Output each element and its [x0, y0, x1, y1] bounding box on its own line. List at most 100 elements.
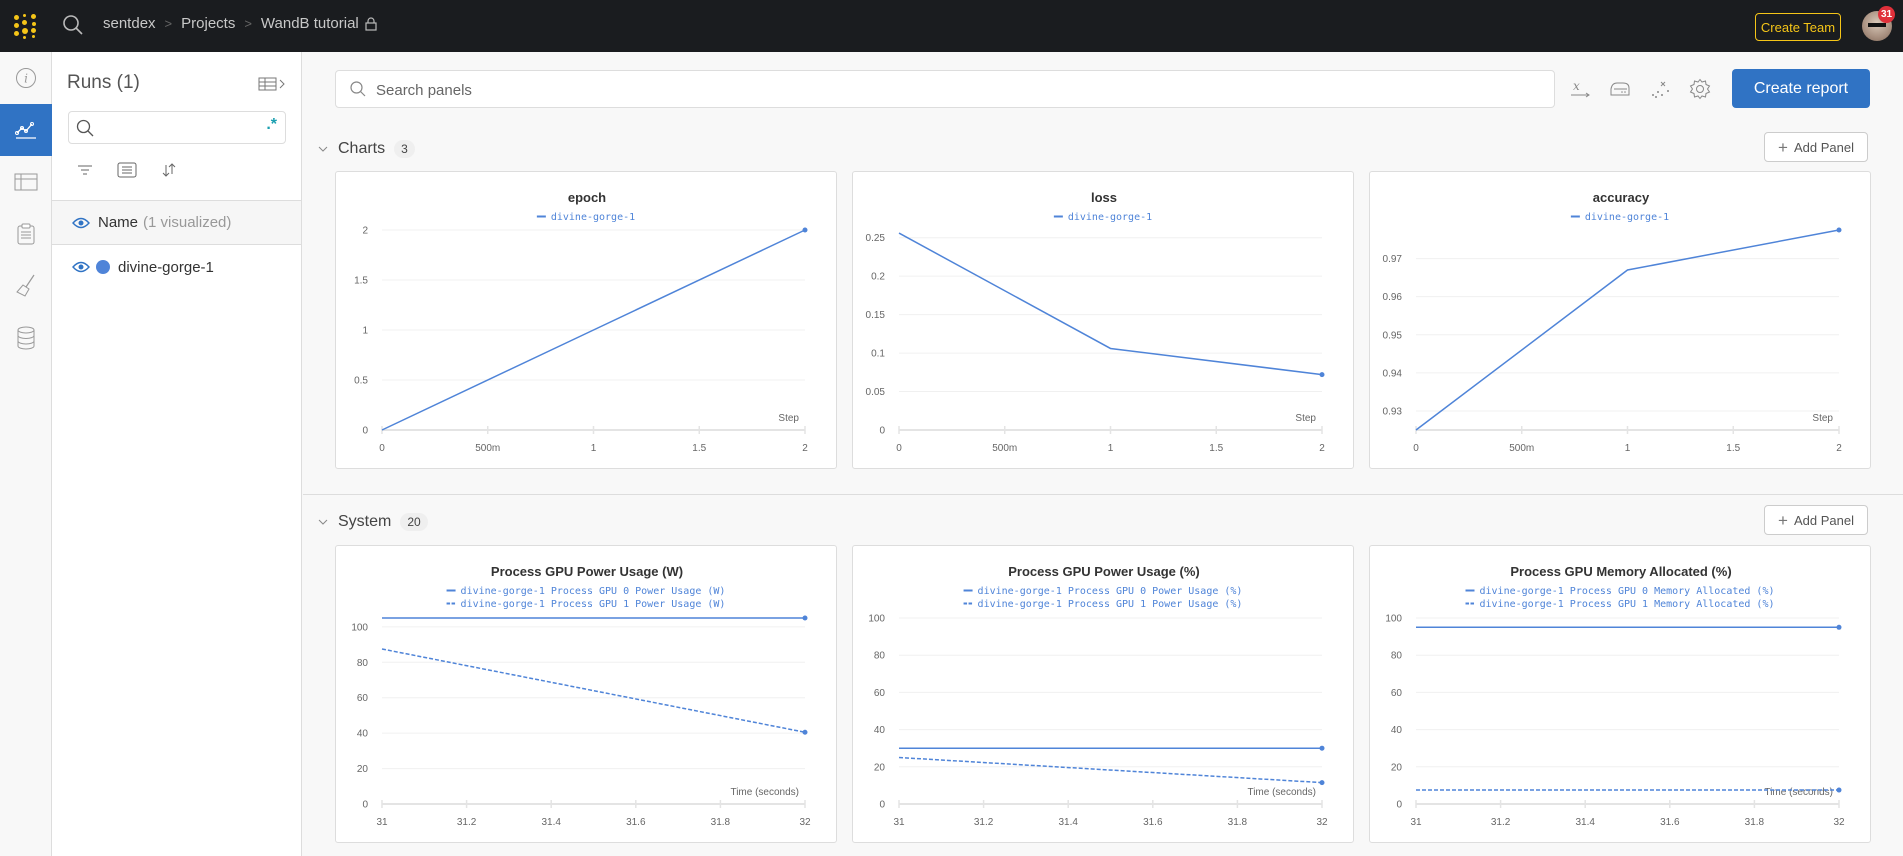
chart-title: Process GPU Power Usage (%) [1008, 564, 1199, 579]
legend-item[interactable]: divine-gorge-1 Process GPU 0 Power Usage… [446, 586, 726, 597]
data-point[interactable] [1836, 624, 1842, 630]
data-point[interactable] [1836, 227, 1842, 233]
eye-icon[interactable] [72, 261, 90, 273]
clipboard-icon [17, 223, 35, 245]
data-point[interactable] [802, 615, 808, 621]
section-divider [303, 494, 1903, 495]
create-team-button[interactable]: Create Team [1755, 13, 1841, 41]
add-panel-label: Add Panel [1793, 139, 1854, 155]
legend-item[interactable]: divine-gorge-1 [1570, 212, 1669, 223]
section-count-badge: 3 [394, 140, 415, 158]
data-point[interactable] [1319, 745, 1325, 751]
y-tick-label: 0.97 [1383, 254, 1403, 265]
chart-panel[interactable]: accuracy divine-gorge-1 0.93 0.94 0.95 0.96 0.… [1369, 171, 1871, 469]
y-tick-label: 0.96 [1383, 292, 1403, 303]
y-tick-label: 0.15 [866, 310, 886, 321]
y-tick-label: 80 [357, 658, 369, 669]
broom-icon [16, 274, 35, 297]
x-tick-label: 32 [1833, 817, 1845, 828]
rail-item-charts[interactable] [0, 104, 52, 156]
breadcrumb-separator: > [244, 16, 252, 31]
line-chart: Process GPU Power Usage (%) divine-gorge-… [868, 564, 1328, 828]
legend-item[interactable]: divine-gorge-1 Process GPU 1 Memory Allo… [1465, 599, 1775, 610]
settings-icon [1689, 78, 1711, 100]
y-tick-label: 60 [1391, 688, 1403, 699]
data-point[interactable] [1319, 780, 1325, 786]
x-tick-label: 500m [1509, 443, 1534, 454]
chart-panel[interactable]: Process GPU Power Usage (W) divine-gorge-… [335, 545, 837, 843]
section-count-badge: 20 [400, 513, 428, 531]
runs-search-input[interactable] [101, 117, 251, 139]
breadcrumb-projects[interactable]: Projects [181, 15, 235, 32]
legend-item[interactable]: divine-gorge-1 [536, 212, 635, 223]
search-icon[interactable] [62, 14, 84, 36]
eye-icon[interactable] [72, 217, 90, 229]
x-tick-label: 2 [802, 443, 808, 454]
smoothing-button[interactable] [1605, 75, 1635, 103]
legend-item[interactable]: divine-gorge-1 Process GPU 0 Memory Allo… [1465, 586, 1775, 597]
section-title: System [338, 513, 392, 530]
add-panel-button[interactable]: + Add Panel [1764, 505, 1868, 535]
chart-panel[interactable]: Process GPU Power Usage (%) divine-gorge-… [852, 545, 1354, 843]
chevron-down-icon[interactable] [317, 516, 329, 528]
legend-label: divine-gorge-1 Process GPU 0 Power Usage… [461, 586, 726, 597]
y-tick-label: 0 [879, 426, 885, 437]
legend-item[interactable]: divine-gorge-1 [1053, 212, 1152, 223]
group-button[interactable] [114, 157, 140, 183]
add-panel-button[interactable]: + Add Panel [1764, 132, 1868, 162]
data-point[interactable] [1836, 787, 1842, 793]
sort-button[interactable] [156, 157, 182, 183]
y-tick-label: 100 [868, 614, 885, 625]
x-tick-label: 31.4 [1575, 817, 1595, 828]
legend-item[interactable]: divine-gorge-1 Process GPU 1 Power Usage… [963, 599, 1243, 610]
series-line[interactable] [898, 756, 1323, 784]
series-line[interactable] [1415, 229, 1840, 431]
chart-panel[interactable]: Process GPU Memory Allocated (%) divine-g… [1369, 545, 1871, 843]
chevron-down-icon[interactable] [317, 143, 329, 155]
series-line[interactable] [381, 648, 806, 733]
y-tick-label: 1.5 [354, 276, 368, 287]
x-tick-label: 2 [1836, 443, 1842, 454]
chart-panel[interactable]: epoch divine-gorge-1 0 0.5 1 1.5 2 0 500m 1 1.5 2 St… [335, 171, 837, 469]
x-tick-label: 500m [992, 443, 1017, 454]
run-row[interactable]: divine-gorge-1 [52, 245, 301, 289]
expand-table-icon[interactable] [257, 76, 287, 92]
y-tick-label: 0.95 [1383, 330, 1403, 341]
section-header-system[interactable]: System 20 [317, 513, 428, 531]
rail-item-sweeps[interactable] [0, 260, 52, 312]
search-panels-input[interactable] [376, 79, 1476, 101]
y-tick-label: 20 [357, 764, 369, 775]
x-tick-label: 31 [893, 817, 905, 828]
data-point[interactable] [802, 227, 808, 233]
chart-title: accuracy [1593, 190, 1650, 205]
run-name[interactable]: divine-gorge-1 [118, 259, 214, 276]
settings-button[interactable] [1685, 75, 1715, 103]
wandb-logo-icon[interactable] [12, 13, 40, 39]
run-color-dot[interactable] [96, 260, 110, 274]
rail-item-info[interactable]: i [0, 52, 52, 104]
regex-toggle[interactable]: .* [266, 116, 277, 134]
y-tick-label: 40 [874, 725, 886, 736]
runs-search-field[interactable]: .* [68, 111, 286, 144]
breadcrumb-project[interactable]: WandB tutorial [261, 15, 359, 32]
runs-table-header: Name (1 visualized) [52, 200, 301, 245]
section-header-charts[interactable]: Charts 3 [317, 140, 415, 158]
legend-item[interactable]: divine-gorge-1 Process GPU 0 Power Usage… [963, 586, 1243, 597]
data-point[interactable] [1319, 372, 1325, 378]
data-point[interactable] [802, 729, 808, 735]
filter-button[interactable] [72, 157, 98, 183]
line-chart: epoch divine-gorge-1 0 0.5 1 1.5 2 0 500m 1 1.5 2 St… [354, 190, 808, 454]
chart-panel[interactable]: loss divine-gorge-1 0 0.05 0.1 0.15 0.2 0.25 0 50… [852, 171, 1354, 469]
rail-item-reports[interactable] [0, 208, 52, 260]
create-report-button[interactable]: Create report [1732, 69, 1870, 108]
outliers-button[interactable] [1646, 75, 1676, 103]
breadcrumb-entity[interactable]: sentdex [103, 15, 156, 32]
x-axis-button[interactable]: x [1565, 75, 1595, 103]
y-tick-label: 0.93 [1383, 406, 1403, 417]
rail-item-table[interactable] [0, 156, 52, 208]
legend-item[interactable]: divine-gorge-1 Process GPU 1 Power Usage… [446, 599, 726, 610]
search-panels-field[interactable] [335, 70, 1555, 108]
y-tick-label: 0.2 [871, 272, 885, 283]
rail-item-artifacts[interactable] [0, 312, 52, 364]
name-column-header[interactable]: Name [98, 214, 138, 231]
